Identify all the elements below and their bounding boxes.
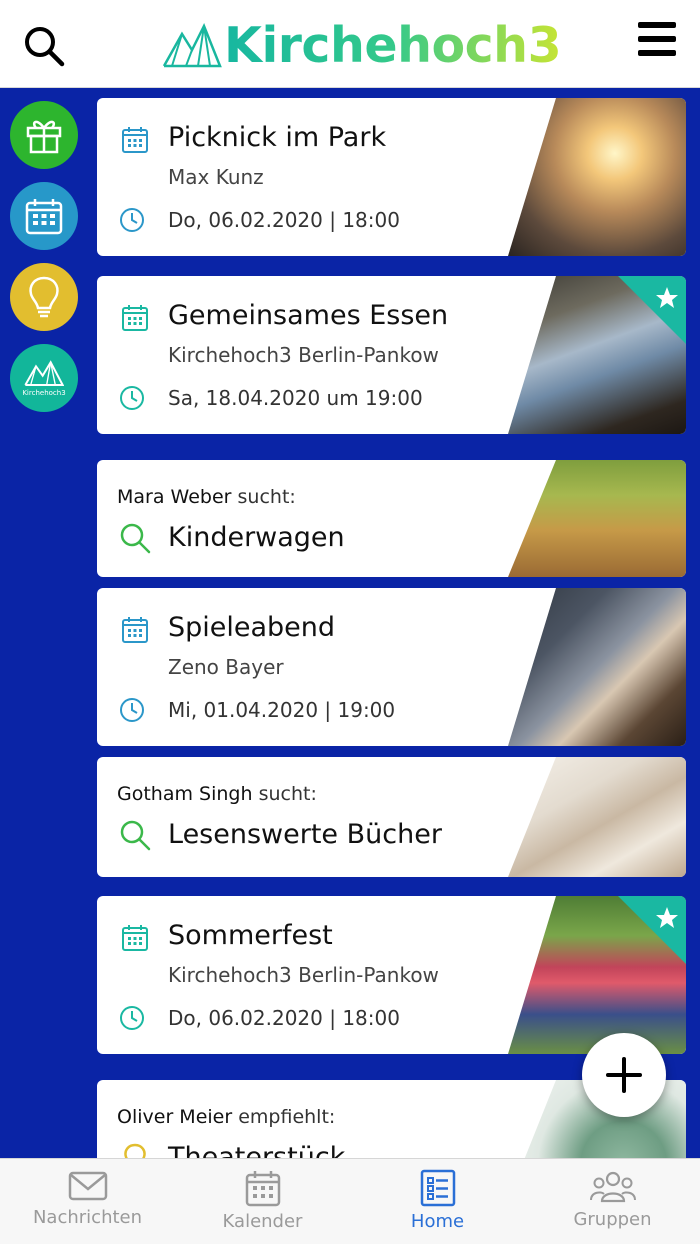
featured-star-icon [618, 276, 686, 344]
lightbulb-icon [29, 276, 59, 318]
event-datetime: Sa, 18.04.2020 um 19:00 [168, 386, 423, 410]
search-line: Gotham Singh sucht: [117, 783, 317, 805]
event-card-spieleabend[interactable]: Spieleabend Zeno Bayer Mi, 01.04.2020 | … [97, 588, 686, 746]
logo-caption: Kirchehoch3 [22, 389, 66, 397]
event-datetime: Do, 06.02.2020 | 18:00 [168, 1006, 400, 1030]
clock-icon [120, 698, 144, 722]
searched-item: Lesenswerte Bücher [168, 819, 442, 850]
event-organizer: Max Kunz [168, 165, 264, 189]
search-card-kinderwagen[interactable]: Mara Weber sucht: Kinderwagen [97, 460, 686, 577]
tab-label: Home [410, 1211, 465, 1232]
clock-icon [120, 386, 144, 410]
person-name: Mara Weber [117, 486, 232, 508]
tab-kalender[interactable]: Kalender [175, 1159, 350, 1244]
tab-nachrichten[interactable]: Nachrichten [0, 1159, 175, 1244]
recommend-line: Oliver Meier empfiehlt: [117, 1106, 335, 1128]
app-header: Kirchehoch3 [0, 0, 700, 88]
event-title: Spieleabend [168, 612, 336, 643]
search-card-buecher[interactable]: Gotham Singh sucht: Lesenswerte Bücher [97, 757, 686, 877]
event-title: Picknick im Park [168, 122, 387, 153]
event-organizer: Kirchehoch3 Berlin-Pankow [168, 343, 439, 367]
search-icon [120, 523, 151, 554]
group-shortcut-button[interactable]: Kirchehoch3 [10, 344, 78, 412]
bottom-tab-bar: Nachrichten Kalender Home Gruppen [0, 1158, 700, 1244]
gifts-shortcut-button[interactable] [10, 101, 78, 169]
ideas-shortcut-button[interactable] [10, 263, 78, 331]
event-datetime: Mi, 01.04.2020 | 19:00 [168, 698, 396, 722]
event-card-picknick[interactable]: Picknick im Park Max Kunz Do, 06.02.2020… [97, 98, 686, 256]
app-title: Kirchehoch3 [224, 16, 562, 74]
kirchehoch3-logo-icon [24, 360, 64, 386]
people-group-icon [589, 1171, 636, 1203]
app-logo: Kirchehoch3 [162, 16, 562, 74]
event-title: Sommerfest [168, 920, 333, 951]
tab-home[interactable]: Home [350, 1159, 525, 1244]
event-organizer: Zeno Bayer [168, 655, 284, 679]
event-photo-chess [508, 588, 686, 746]
event-photo-picnic [508, 98, 686, 256]
event-organizer: Kirchehoch3 Berlin-Pankow [168, 963, 439, 987]
list-icon [420, 1169, 455, 1207]
search-line: Mara Weber sucht: [117, 486, 296, 508]
featured-star-icon [618, 896, 686, 964]
calendar-shortcut-button[interactable] [10, 182, 78, 250]
event-title: Gemeinsames Essen [168, 300, 449, 331]
tab-label: Gruppen [573, 1209, 652, 1230]
hamburger-menu-icon[interactable] [636, 20, 678, 58]
tab-gruppen[interactable]: Gruppen [525, 1159, 700, 1244]
clock-icon [120, 208, 144, 232]
search-icon [120, 820, 151, 851]
action-verb: sucht: [237, 486, 296, 508]
searched-item: Kinderwagen [168, 522, 345, 553]
search-icon[interactable] [22, 24, 66, 68]
person-name: Gotham Singh [117, 783, 253, 805]
envelope-icon [68, 1171, 107, 1201]
calendar-icon [245, 1171, 280, 1207]
event-card-sommerfest[interactable]: Sommerfest Kirchehoch3 Berlin-Pankow Do,… [97, 896, 686, 1054]
event-datetime: Do, 06.02.2020 | 18:00 [168, 208, 400, 232]
logo-mark-icon [162, 22, 222, 68]
action-verb: sucht: [258, 783, 317, 805]
gift-icon [26, 120, 62, 154]
calendar-icon [122, 127, 148, 153]
person-name: Oliver Meier [117, 1106, 233, 1128]
event-card-essen[interactable]: Gemeinsames Essen Kirchehoch3 Berlin-Pan… [97, 276, 686, 434]
action-verb: empfiehlt: [238, 1106, 336, 1128]
calendar-icon [122, 305, 148, 331]
add-button[interactable] [582, 1033, 666, 1117]
search-photo-family [508, 460, 686, 577]
plus-icon [606, 1057, 642, 1093]
clock-icon [120, 1006, 144, 1030]
tab-label: Kalender [222, 1211, 303, 1232]
calendar-icon [25, 199, 63, 235]
search-photo-book [508, 757, 686, 877]
calendar-icon [122, 925, 148, 951]
tab-label: Nachrichten [32, 1207, 143, 1228]
calendar-icon [122, 617, 148, 643]
